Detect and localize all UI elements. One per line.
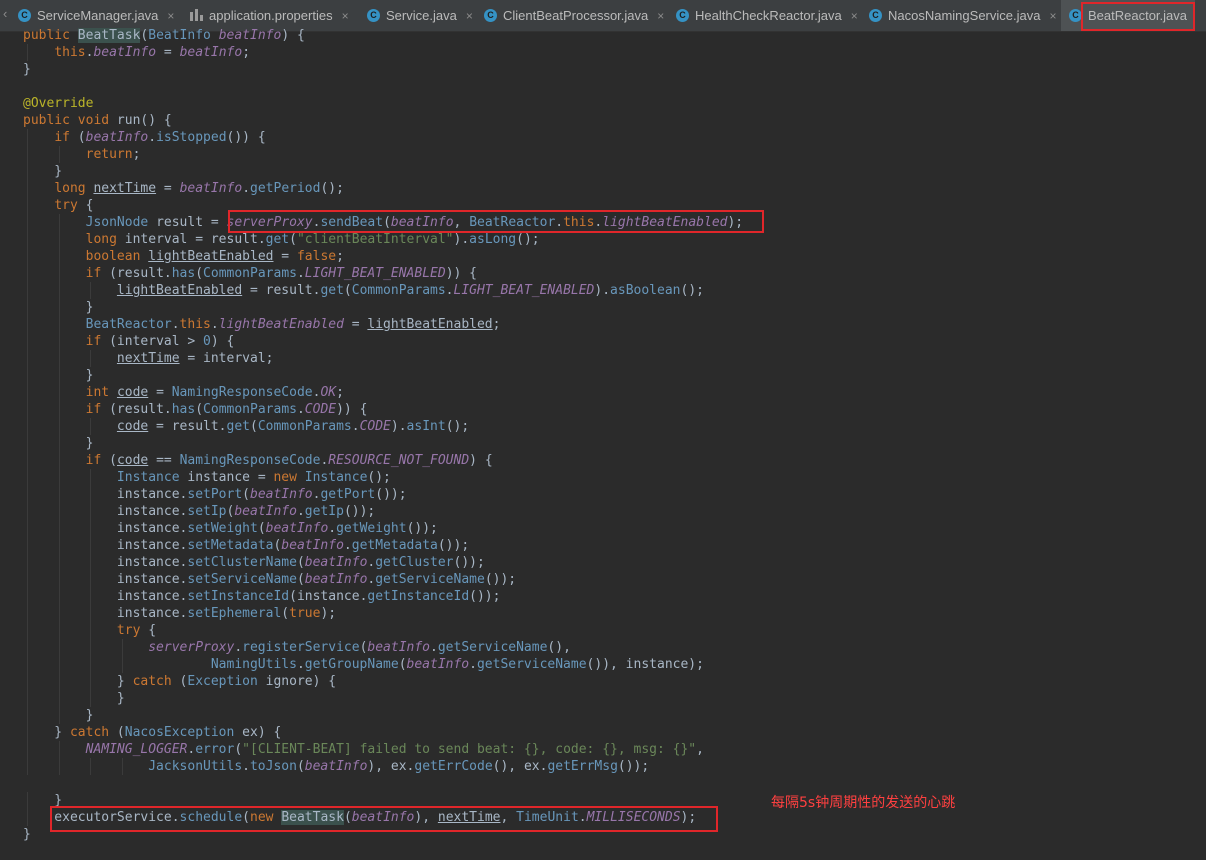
code-line: if (beatInfo.isStopped()) { [0,129,1206,146]
code-line: long nextTime = beatInfo.getPeriod(); [0,180,1206,197]
code-line: } [23,707,94,724]
code-line: this.beatInfo = beatInfo; [0,44,1206,61]
code-line: return; [0,146,1206,163]
code-line: } [23,62,31,77]
code-line: instance.setIp(beatInfo.getIp()); [23,503,376,520]
properties-file-icon [190,9,203,22]
java-class-icon: C [18,9,31,22]
annotation-heartbeat-note: 每隔5s钟周期性的发送的心跳 [771,795,956,811]
code-line: int code = NamingResponseCode.OK; [0,384,1206,401]
code-line: } [23,163,63,180]
code-line: } [23,690,125,707]
code-line: if (result.has(CommonParams.LIGHT_BEAT_E… [0,265,1206,282]
code-line: } [23,435,94,452]
code-line: @Override [23,96,94,111]
code-line: public void run() { [23,113,172,128]
tab-label: HealthCheckReactor.java [695,8,842,23]
tab-scroll-left-icon[interactable]: ‹ [3,6,7,21]
highlight-box-active-tab [1081,2,1195,31]
close-icon[interactable]: × [851,9,858,23]
highlight-box-schedule [50,806,718,832]
java-class-icon: C [367,9,380,22]
tab-label: application.properties [209,8,333,23]
code-line: } [23,367,94,384]
code-line: instance.setEphemeral(true); [23,605,337,622]
close-icon[interactable]: × [466,9,473,23]
code-line: instance.setClusterName(beatInfo.getClus… [23,554,485,571]
code-line: try { [0,622,1206,639]
code-line: nextTime = interval; [0,350,1206,367]
close-icon[interactable]: × [167,9,174,23]
tab-label: NacosNamingService.java [888,8,1041,23]
close-icon[interactable]: × [1049,9,1056,23]
code-line: Instance instance = new Instance(); [0,469,1206,486]
code-line: JacksonUtils.toJson(beatInfo), ex.getErr… [0,758,1206,775]
code-line: if (code == NamingResponseCode.RESOURCE_… [0,452,1206,469]
close-icon[interactable]: × [342,9,349,23]
code-line: public BeatTask(BeatInfo beatInfo) { [23,28,305,43]
code-editor[interactable]: public BeatTask(BeatInfo beatInfo) { thi… [0,27,1206,843]
java-class-icon: C [869,9,882,22]
tab-label: ServiceManager.java [37,8,159,23]
code-line: if (interval > 0) { [0,333,1206,350]
code-line: if (result.has(CommonParams.CODE)) { [0,401,1206,418]
code-line: instance.setWeight(beatInfo.getWeight())… [23,520,438,537]
code-line: serverProxy.registerService(beatInfo.get… [0,639,1206,656]
code-line: long interval = result.get("clientBeatIn… [0,231,1206,248]
code-line: instance.setInstanceId(instance.getInsta… [23,588,501,605]
code-line: } [23,299,94,316]
code-line: instance.setMetadata(beatInfo.getMetadat… [23,537,470,554]
code-line: code = result.get(CommonParams.CODE).asI… [0,418,1206,435]
close-icon[interactable]: × [657,9,664,23]
code-line: } catch (Exception ignore) { [23,673,337,690]
code-line: boolean lightBeatEnabled = false; [0,248,1206,265]
java-class-icon: C [676,9,689,22]
code-line: instance.setPort(beatInfo.getPort()); [23,486,407,503]
code-line: instance.setServiceName(beatInfo.getServ… [23,571,517,588]
tab-label: Service.java [386,8,457,23]
code-line: BeatReactor.this.lightBeatEnabled = ligh… [0,316,1206,333]
code-line: } catch (NacosException ex) { [23,724,282,741]
code-line: NamingUtils.getGroupName(beatInfo.getSer… [0,656,1206,673]
code-line: lightBeatEnabled = result.get(CommonPara… [0,282,1206,299]
code-line: NAMING_LOGGER.error("[CLIENT-BEAT] faile… [0,741,1206,758]
tab-label: ClientBeatProcessor.java [503,8,649,23]
highlight-box-sendbeat [228,210,764,233]
java-class-icon: C [484,9,497,22]
